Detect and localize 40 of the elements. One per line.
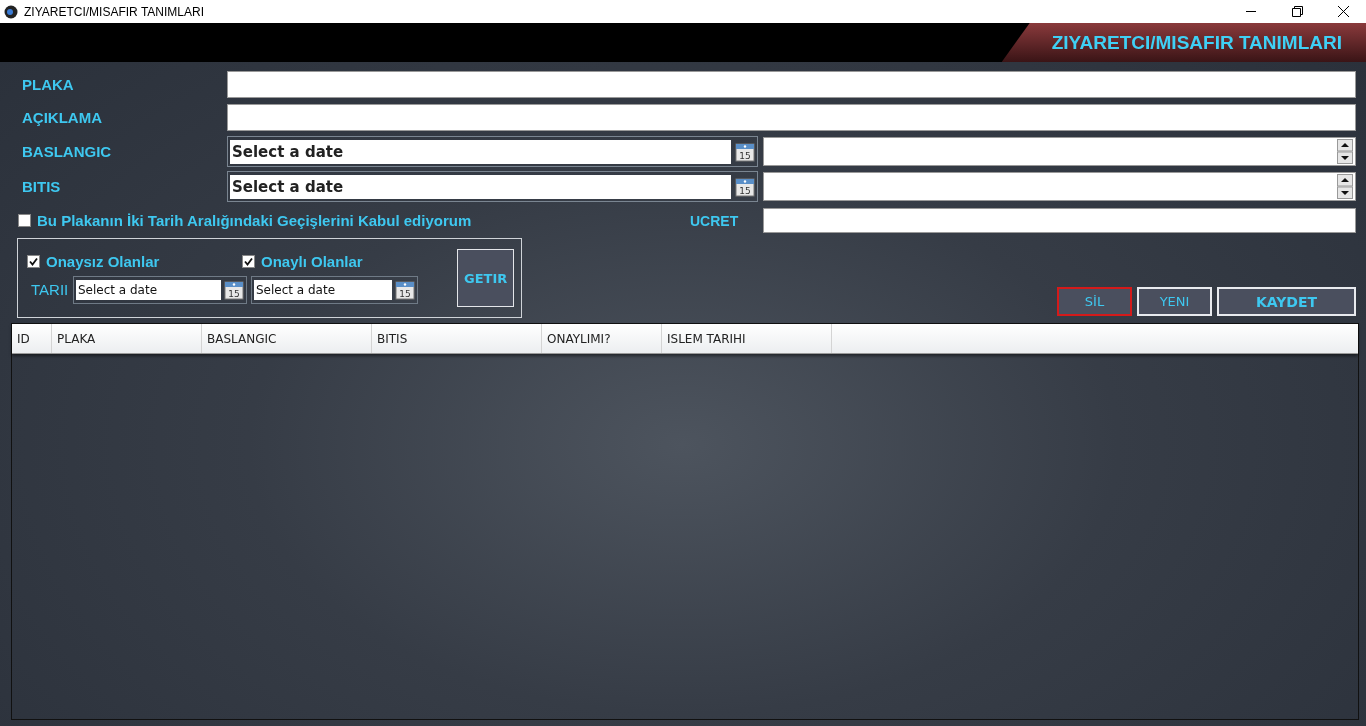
date-picker[interactable]: Select a date 15: [227, 171, 758, 202]
filter-checkbox[interactable]: [27, 254, 40, 268]
field-label: BASLANGIC: [22, 143, 113, 160]
restore-icon[interactable]: [1291, 6, 1303, 17]
window-title: ZIYARETCI/MISAFIR TANIMLARI: [24, 4, 206, 19]
spin-arrows-icon[interactable]: [1337, 174, 1353, 199]
filter-checkbox[interactable]: [242, 254, 255, 268]
field-label: UCRET: [690, 212, 740, 229]
text-field[interactable]: [227, 104, 1356, 131]
column-header[interactable]: ISLEM TARIHI: [662, 324, 832, 353]
checkbox-label: Onaylı Olanlar: [261, 252, 363, 270]
accept-checkbox[interactable]: [18, 214, 31, 227]
spin-arrows-icon[interactable]: [1337, 139, 1353, 164]
calendar-icon[interactable]: 15: [735, 176, 755, 197]
column-header[interactable]: ONAYLIMI?: [542, 324, 662, 353]
calendar-icon[interactable]: 15: [735, 141, 755, 162]
column-header[interactable]: PLAKA: [52, 324, 202, 353]
fee-field[interactable]: [763, 208, 1356, 233]
field-label: BITIS: [22, 178, 62, 195]
calendar-icon[interactable]: 15: [224, 279, 244, 300]
action-button[interactable]: KAYDET: [1217, 287, 1356, 316]
field-label: AÇIKLAMA: [22, 109, 103, 126]
date-picker[interactable]: Select a date 15: [251, 275, 418, 304]
column-header[interactable]: ID: [12, 324, 52, 353]
date-picker[interactable]: Select a date 15: [73, 275, 247, 304]
action-button[interactable]: YENI: [1137, 287, 1212, 316]
text-field[interactable]: [227, 71, 1356, 98]
action-button[interactable]: SİL: [1057, 287, 1132, 316]
close-icon[interactable]: [1337, 6, 1349, 17]
header-title: ZIYARETCI/MISAFIR TANIMLARI: [1001, 23, 1366, 62]
checkbox-label: Onaysız Olanlar: [46, 252, 160, 270]
field-label: PLAKA: [22, 76, 75, 93]
calendar-icon[interactable]: 15: [395, 279, 415, 300]
column-header[interactable]: BASLANGIC: [202, 324, 372, 353]
date-picker[interactable]: Select a date 15: [227, 136, 758, 167]
column-header[interactable]: BITIS: [372, 324, 542, 353]
app-icon: [4, 4, 18, 19]
accept-label: Bu Plakanın İki Tarih Aralığındaki Geçişlerini Kabul ediyorum: [37, 212, 472, 229]
date-label: TARII: [30, 281, 69, 298]
fetch-button[interactable]: GETIR: [457, 249, 515, 307]
